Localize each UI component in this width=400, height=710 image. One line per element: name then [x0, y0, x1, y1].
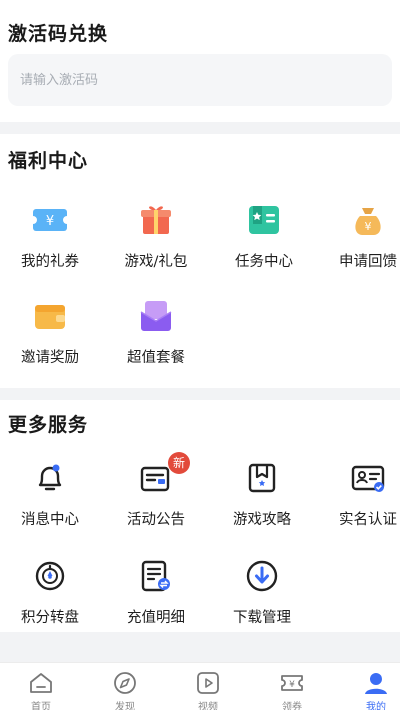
compass-icon [114, 672, 136, 694]
nav-tab-label: 领券 [282, 702, 302, 710]
bell-icon [38, 464, 62, 491]
svg-text:¥: ¥ [365, 220, 372, 233]
service-item-announcements[interactable]: 新 活动公告 [106, 452, 206, 529]
welfare-item-coupons[interactable]: ¥ 我的礼券 [0, 200, 100, 271]
welfare-item-label: 我的礼券 [21, 254, 79, 270]
service-item-label: 充值明细 [127, 610, 185, 626]
service-item-label: 下载管理 [233, 610, 291, 626]
service-item-points-wheel[interactable]: 积分转盘 [0, 556, 100, 627]
package-icon [140, 301, 172, 331]
video-icon [197, 672, 219, 694]
services-section-title: 更多服务 [8, 414, 89, 436]
service-item-recharge-details[interactable]: 充值明细 [106, 556, 206, 627]
ticket-icon: ¥ [281, 675, 303, 691]
welfare-item-label: 游戏/礼包 [124, 254, 188, 270]
nav-tab-discover[interactable]: 发现 [95, 671, 155, 710]
service-item-label: 积分转盘 [21, 610, 79, 626]
welfare-section-title: 福利中心 [8, 150, 89, 172]
nav-tab-label: 首页 [31, 702, 51, 710]
nav-tab-coupons[interactable]: ¥ 领券 [262, 671, 322, 710]
service-item-label: 游戏攻略 [233, 512, 291, 528]
user-icon [365, 673, 387, 694]
wallet-icon [35, 305, 65, 329]
download-icon [246, 560, 278, 592]
welfare-item-task-center[interactable]: 任务中心 [214, 200, 314, 271]
nav-tab-video[interactable]: 视频 [178, 671, 238, 710]
redeem-section-title: 激活码兑换 [8, 23, 109, 45]
guide-bookmark-icon [248, 463, 276, 493]
bottom-nav: 首页 发现 视频 ¥ 领券 我的 [0, 662, 400, 710]
service-item-download-manager[interactable]: 下载管理 [212, 556, 312, 627]
service-item-label: 活动公告 [127, 512, 185, 528]
gift-box-icon [141, 206, 171, 234]
service-item-label: 实名认证 [339, 512, 397, 528]
service-item-game-guides[interactable]: 游戏攻略 [212, 458, 312, 529]
welfare-item-value-package[interactable]: 超值套餐 [106, 296, 206, 367]
service-item-label: 消息中心 [21, 512, 79, 528]
nav-tab-label: 发现 [115, 702, 135, 710]
service-item-messages[interactable]: 消息中心 [0, 458, 100, 529]
id-card-icon [351, 465, 385, 492]
task-book-icon [249, 206, 279, 234]
points-wheel-icon [35, 561, 65, 591]
welfare-item-label: 邀请奖励 [21, 350, 79, 366]
nav-tab-label: 我的 [366, 702, 386, 710]
welfare-item-label: 申请回馈 [339, 254, 397, 270]
svg-text:¥: ¥ [289, 680, 295, 690]
welfare-item-game-gifts[interactable]: 游戏/礼包 [106, 200, 206, 271]
service-item-real-name[interactable]: 实名认证 [318, 458, 400, 529]
nav-tab-home[interactable]: 首页 [11, 671, 71, 710]
welfare-item-label: 超值套餐 [127, 350, 185, 366]
new-badge: 新 [168, 452, 190, 474]
home-icon [30, 673, 52, 693]
activation-code-input[interactable] [8, 54, 392, 106]
welfare-item-label: 任务中心 [235, 254, 293, 270]
welfare-item-feedback[interactable]: ¥ 申请回馈 [318, 200, 400, 271]
welfare-item-invite-rewards[interactable]: 邀请奖励 [0, 296, 100, 367]
money-bag-icon: ¥ [355, 208, 381, 235]
svg-text:¥: ¥ [46, 214, 54, 229]
coupon-icon: ¥ [30, 209, 70, 231]
nav-tab-label: 视频 [198, 702, 218, 710]
nav-tab-mine[interactable]: 我的 [346, 671, 400, 710]
recharge-detail-icon [141, 560, 170, 592]
